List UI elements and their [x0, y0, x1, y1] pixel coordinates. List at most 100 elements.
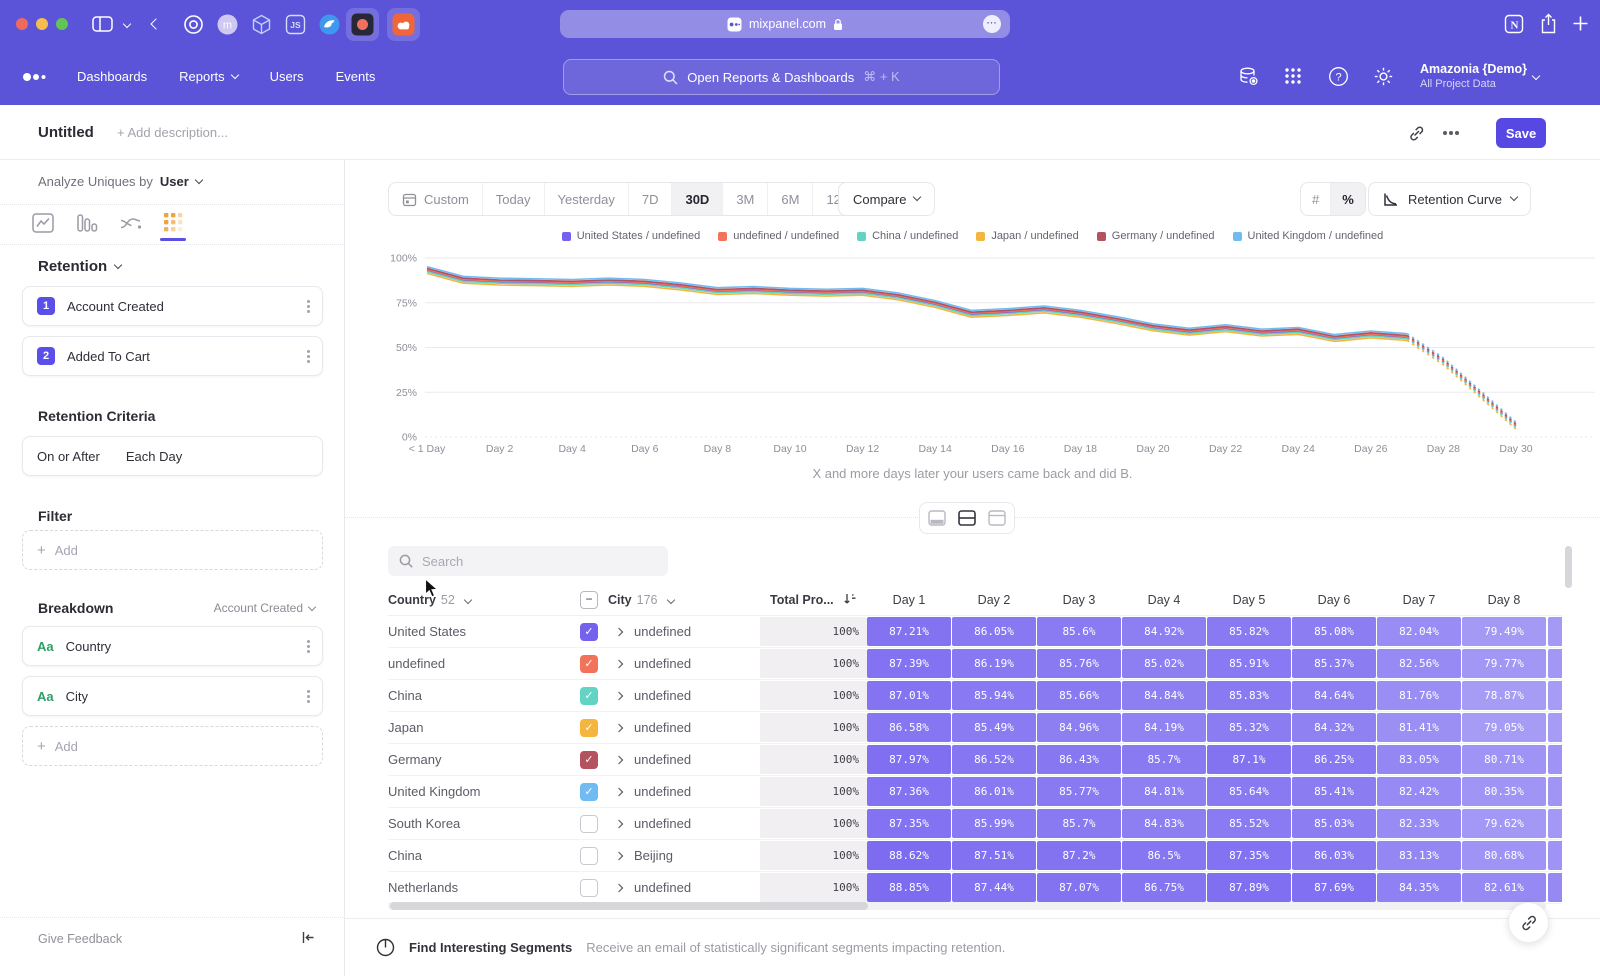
retention-cell[interactable]: 84.32%: [1292, 713, 1376, 742]
retention-cell[interactable]: 85.03%: [1292, 809, 1376, 838]
retention-cell[interactable]: 84.35%: [1377, 873, 1461, 902]
column-header-day-3[interactable]: Day 3: [1037, 584, 1121, 616]
criteria-frequency[interactable]: Each Day: [126, 449, 182, 464]
add-description-button[interactable]: + Add description...: [117, 125, 228, 140]
more-options-icon[interactable]: [1449, 131, 1453, 135]
retention-cell[interactable]: 82.33%: [1377, 809, 1461, 838]
retention-cell[interactable]: 85.77%: [1037, 777, 1121, 806]
date-range-30d[interactable]: 30D: [671, 183, 722, 215]
compare-button[interactable]: Compare: [838, 182, 935, 216]
date-range-6m[interactable]: 6M: [767, 183, 812, 215]
legend-item-china-undefined[interactable]: China / undefined: [857, 230, 958, 242]
horizontal-scrollbar-thumb[interactable]: [390, 902, 868, 910]
retention-cell[interactable]: 86.19%: [952, 649, 1036, 678]
expand-row-icon[interactable]: [615, 788, 623, 796]
row-checkbox[interactable]: [580, 847, 598, 865]
retention-cell[interactable]: 85.64%: [1207, 777, 1291, 806]
window-zoom-button[interactable]: [56, 18, 68, 30]
retention-cell[interactable]: 84.83%: [1122, 809, 1206, 838]
column-header-city[interactable]: City176: [608, 584, 674, 616]
date-range-3m[interactable]: 3M: [722, 183, 767, 215]
legend-item-united-states-undefined[interactable]: United States / undefined: [562, 230, 701, 242]
retention-cell[interactable]: 87.69%: [1292, 873, 1376, 902]
retention-cell[interactable]: 86.52%: [952, 745, 1036, 774]
retention-cell[interactable]: 87.07%: [1037, 873, 1121, 902]
chart-type-dropdown[interactable]: Retention Curve: [1368, 182, 1531, 216]
segments-title[interactable]: Find Interesting Segments: [409, 940, 572, 955]
city-select-all-checkbox[interactable]: −: [580, 591, 598, 609]
retention-cell[interactable]: 88.85%: [867, 873, 951, 902]
retention-cell[interactable]: 86.43%: [1037, 745, 1121, 774]
view-chart-button[interactable]: [923, 506, 951, 530]
retention-cell[interactable]: 85.49%: [952, 713, 1036, 742]
retention-cell[interactable]: 85.6%: [1037, 617, 1121, 646]
sidebar-toggle-icon[interactable]: [92, 16, 113, 37]
add-breakdown-button[interactable]: +Add: [22, 726, 323, 766]
criteria-condition[interactable]: On or After: [37, 449, 100, 464]
retention-cell[interactable]: 85.32%: [1207, 713, 1291, 742]
expand-row-icon[interactable]: [615, 628, 623, 636]
retention-cell[interactable]: 87.1%: [1207, 745, 1291, 774]
retention-step-account-created[interactable]: 1Account Created: [22, 286, 323, 326]
retention-cell[interactable]: 78.87%: [1462, 681, 1546, 710]
retention-cell[interactable]: 79.62%: [1462, 809, 1546, 838]
column-header-day-5[interactable]: Day 5: [1207, 584, 1291, 616]
date-range-custom[interactable]: Custom: [389, 183, 482, 215]
retention-cell[interactable]: 84.19%: [1122, 713, 1206, 742]
column-header-total[interactable]: Total Pro...: [770, 584, 857, 616]
nav-item-dashboards[interactable]: Dashboards: [77, 69, 147, 84]
mixpanel-tab-icon[interactable]: [346, 8, 379, 41]
retention-cell[interactable]: 86.5%: [1122, 841, 1206, 870]
retention-cell[interactable]: 85.99%: [952, 809, 1036, 838]
retention-cell[interactable]: 85.52%: [1207, 809, 1291, 838]
retention-cell[interactable]: 86.25%: [1292, 745, 1376, 774]
row-checkbox[interactable]: ✓: [580, 687, 598, 705]
retention-cell[interactable]: 85.08%: [1292, 617, 1376, 646]
table-search[interactable]: Search: [388, 546, 668, 576]
retention-cell[interactable]: 87.35%: [1207, 841, 1291, 870]
chevron-down-icon[interactable]: [123, 20, 131, 28]
column-header-day-8[interactable]: Day 8: [1462, 584, 1546, 616]
retention-section-header[interactable]: Retention: [38, 258, 121, 275]
retention-cell[interactable]: 83.13%: [1377, 841, 1461, 870]
legend-item-japan-undefined[interactable]: Japan / undefined: [976, 230, 1078, 242]
breakdown-item-country[interactable]: AaCountry: [22, 626, 323, 666]
javascript-icon[interactable]: JS: [285, 14, 306, 40]
retention-cell[interactable]: 85.7%: [1037, 809, 1121, 838]
tab-insights[interactable]: [32, 213, 54, 238]
expand-row-icon[interactable]: [615, 756, 623, 764]
mixpanel-logo-icon[interactable]: [22, 70, 50, 88]
breakdown-scope-control[interactable]: Account Created: [214, 601, 315, 615]
new-tab-icon[interactable]: [1572, 15, 1589, 37]
kebab-menu-icon[interactable]: [307, 305, 310, 308]
retention-cell[interactable]: 82.42%: [1377, 777, 1461, 806]
url-bar[interactable]: mixpanel.com ···: [560, 10, 1010, 38]
row-checkbox[interactable]: ✓: [580, 783, 598, 801]
legend-item-united-kingdom-undefined[interactable]: United Kingdom / undefined: [1233, 230, 1384, 242]
retention-cell[interactable]: 87.35%: [867, 809, 951, 838]
retention-cell[interactable]: 84.84%: [1122, 681, 1206, 710]
row-checkbox[interactable]: ✓: [580, 655, 598, 673]
retention-cell[interactable]: 79.77%: [1462, 649, 1546, 678]
legend-item-undefined-undefined[interactable]: undefined / undefined: [718, 230, 839, 242]
retention-cell[interactable]: 87.44%: [952, 873, 1036, 902]
retention-cell[interactable]: 85.91%: [1207, 649, 1291, 678]
expand-row-icon[interactable]: [615, 820, 623, 828]
view-table-button[interactable]: [983, 506, 1011, 530]
add-filter-button[interactable]: + Add: [22, 530, 323, 570]
retention-cell[interactable]: 86.01%: [952, 777, 1036, 806]
retention-cell[interactable]: 85.82%: [1207, 617, 1291, 646]
row-checkbox[interactable]: ✓: [580, 751, 598, 769]
retention-cell[interactable]: 80.68%: [1462, 841, 1546, 870]
retention-cell[interactable]: 81.76%: [1377, 681, 1461, 710]
row-checkbox[interactable]: ✓: [580, 623, 598, 641]
retention-cell[interactable]: 87.39%: [867, 649, 951, 678]
retention-cell[interactable]: 86.75%: [1122, 873, 1206, 902]
kebab-menu-icon[interactable]: [307, 645, 310, 648]
soundcloud-icon[interactable]: [387, 8, 420, 41]
column-header-day-1[interactable]: Day 1: [867, 584, 951, 616]
format-percent-button[interactable]: %: [1330, 183, 1365, 215]
retention-cell[interactable]: 87.2%: [1037, 841, 1121, 870]
column-header-day-4[interactable]: Day 4: [1122, 584, 1206, 616]
retention-cell[interactable]: 87.89%: [1207, 873, 1291, 902]
